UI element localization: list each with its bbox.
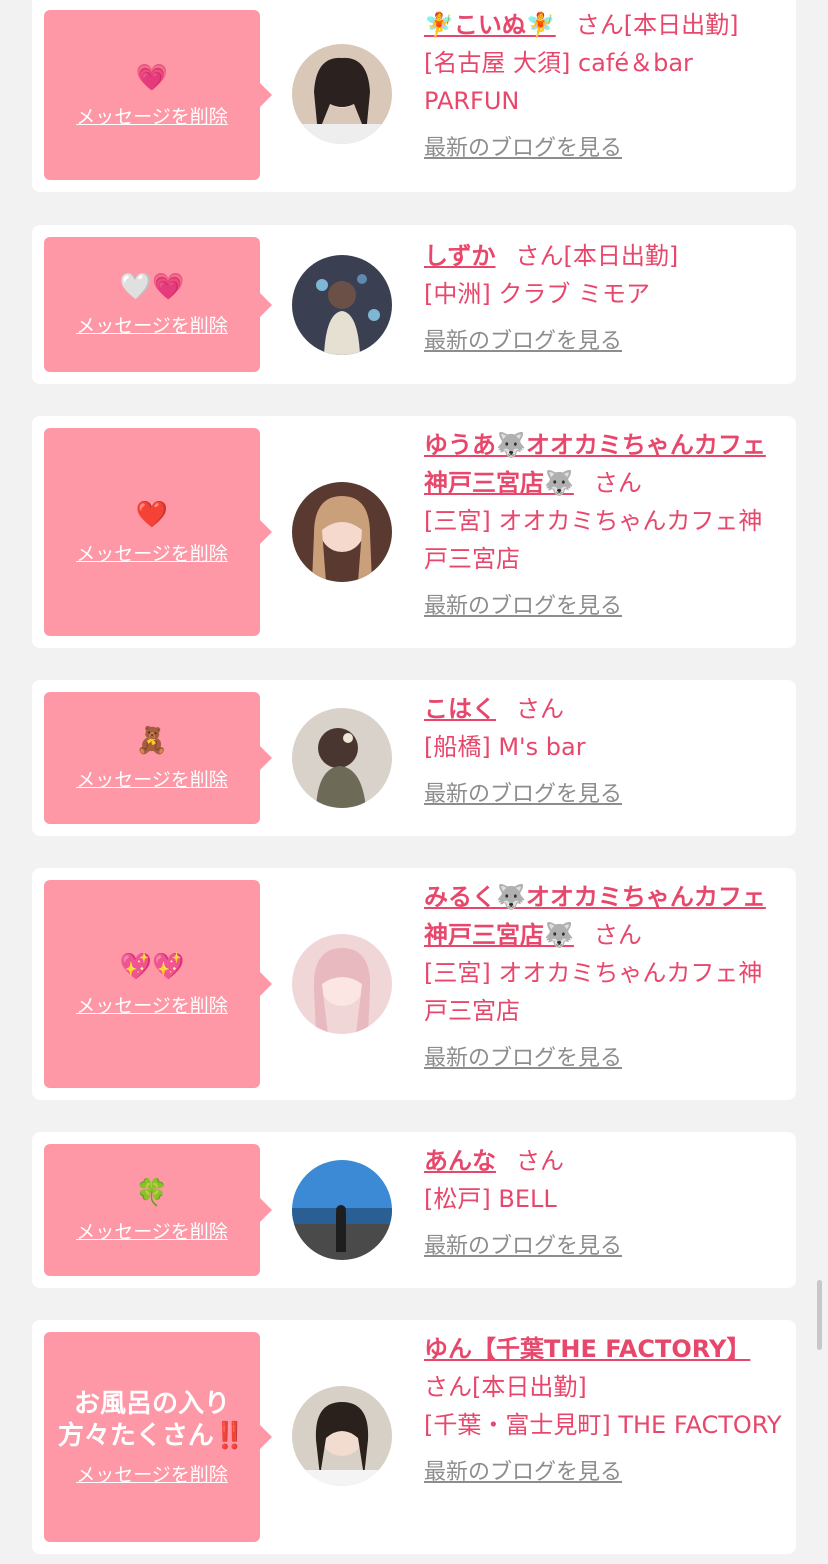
shop-label: [三宮] オオカミちゃんカフェ神戸三宮店: [424, 959, 763, 1025]
list-item: お風呂の入り方々たくさん‼️ メッセージを削除 ゆん【千葉THE FACTORY…: [32, 1320, 796, 1554]
shop-label: [千葉・富士見町] THE FACTORY: [424, 1411, 782, 1439]
honorific: さん: [593, 469, 642, 497]
message-bubble: 🍀 メッセージを削除: [44, 1144, 272, 1276]
girl-name-link[interactable]: しずか: [424, 242, 496, 270]
message-text: お風呂の入り方々たくさん‼️: [57, 1388, 247, 1451]
honorific: さん: [593, 921, 642, 949]
list-item: 🧸 メッセージを削除 こはく さん [船橋] M's bar 最新のブログを見る: [32, 680, 796, 836]
latest-blog-link[interactable]: 最新のブログを見る: [424, 1040, 622, 1078]
avatar[interactable]: [292, 482, 392, 582]
honorific: さん: [575, 11, 624, 39]
delete-message-link[interactable]: メッセージを削除: [76, 991, 228, 1018]
message-text: 🧸: [135, 725, 169, 756]
message-bubble: 💖💖 メッセージを削除: [44, 880, 272, 1088]
girl-name-link[interactable]: あんな: [424, 1147, 496, 1175]
latest-blog-link[interactable]: 最新のブログを見る: [424, 776, 622, 814]
list-item: 🍀 メッセージを削除 あんな さん [松戸] BELL 最新のブログを見る: [32, 1132, 796, 1288]
girl-name-link[interactable]: 🧚こいぬ🧚: [424, 11, 556, 39]
entry-info: こはく さん [船橋] M's bar 最新のブログを見る: [424, 690, 784, 814]
today-badge: [本日出勤]: [563, 242, 679, 270]
today-badge: [本日出勤]: [623, 11, 739, 39]
entry-info: あんな さん [松戸] BELL 最新のブログを見る: [424, 1142, 784, 1266]
message-bubble: お風呂の入り方々たくさん‼️ メッセージを削除: [44, 1332, 272, 1542]
message-bubble: 💗 メッセージを削除: [44, 10, 272, 180]
message-text: ❤️: [135, 499, 169, 530]
list-item: ❤️ メッセージを削除 ゆうあ🐺オオカミちゃんカフェ神戸三宮店🐺 さん [三宮] …: [32, 416, 796, 648]
list-item: 💖💖 メッセージを削除 みるく🐺オオカミちゃんカフェ神戸三宮店🐺 さん [三宮] …: [32, 868, 796, 1100]
honorific: さん: [424, 1373, 472, 1401]
latest-blog-link[interactable]: 最新のブログを見る: [424, 588, 622, 626]
today-badge: [本日出勤]: [472, 1373, 587, 1401]
honorific: さん: [515, 242, 564, 270]
shop-label: [中洲] クラブ ミモア: [424, 280, 650, 308]
delete-message-link[interactable]: メッセージを削除: [76, 102, 228, 129]
message-bubble: ❤️ メッセージを削除: [44, 428, 272, 636]
shop-label: [松戸] BELL: [424, 1185, 557, 1213]
avatar[interactable]: [292, 1160, 392, 1260]
scrollbar[interactable]: [817, 1280, 822, 1350]
avatar[interactable]: [292, 255, 392, 355]
entry-info: ゆん【千葉THE FACTORY】 さん[本日出勤] [千葉・富士見町] THE…: [424, 1330, 784, 1492]
shop-label: [名古屋 大須] café＆bar PARFUN: [424, 49, 693, 115]
girl-name-link[interactable]: ゆん【千葉THE FACTORY】: [424, 1335, 750, 1363]
delete-message-link[interactable]: メッセージを削除: [76, 539, 228, 566]
list-item: 🤍💗 メッセージを削除 しずか さん[本日出勤] [中洲] クラブ ミモア 最新の…: [32, 225, 796, 384]
avatar[interactable]: [292, 934, 392, 1034]
delete-message-link[interactable]: メッセージを削除: [76, 1217, 228, 1244]
message-bubble: 🤍💗 メッセージを削除: [44, 237, 272, 372]
honorific: さん: [516, 695, 564, 723]
message-text: 💖💖: [119, 951, 185, 982]
message-text: 🍀: [135, 1177, 169, 1208]
entry-info: ゆうあ🐺オオカミちゃんカフェ神戸三宮店🐺 さん [三宮] オオカミちゃんカフェ神戸…: [424, 426, 784, 626]
delete-message-link[interactable]: メッセージを削除: [76, 1460, 228, 1487]
list-item: 💗 メッセージを削除 🧚こいぬ🧚 さん[本日出勤] [名古屋 大須] café＆b…: [32, 0, 796, 192]
delete-message-link[interactable]: メッセージを削除: [76, 311, 228, 338]
latest-blog-link[interactable]: 最新のブログを見る: [424, 1228, 622, 1266]
latest-blog-link[interactable]: 最新のブログを見る: [424, 1454, 622, 1492]
avatar[interactable]: [292, 44, 392, 144]
message-text: 💗: [135, 62, 169, 93]
avatar[interactable]: [292, 1386, 392, 1486]
delete-message-link[interactable]: メッセージを削除: [76, 765, 228, 792]
latest-blog-link[interactable]: 最新のブログを見る: [424, 323, 622, 361]
shop-label: [三宮] オオカミちゃんカフェ神戸三宮店: [424, 507, 763, 573]
latest-blog-link[interactable]: 最新のブログを見る: [424, 130, 622, 168]
entry-info: 🧚こいぬ🧚 さん[本日出勤] [名古屋 大須] café＆bar PARFUN 最…: [424, 6, 784, 168]
shop-label: [船橋] M's bar: [424, 733, 586, 761]
entry-info: しずか さん[本日出勤] [中洲] クラブ ミモア 最新のブログを見る: [424, 237, 784, 361]
entry-info: みるく🐺オオカミちゃんカフェ神戸三宮店🐺 さん [三宮] オオカミちゃんカフェ神戸…: [424, 878, 784, 1078]
avatar[interactable]: [292, 708, 392, 808]
honorific: さん: [516, 1147, 564, 1175]
girl-name-link[interactable]: こはく: [424, 695, 496, 723]
message-bubble: 🧸 メッセージを削除: [44, 692, 272, 824]
message-text: 🤍💗: [119, 272, 185, 302]
